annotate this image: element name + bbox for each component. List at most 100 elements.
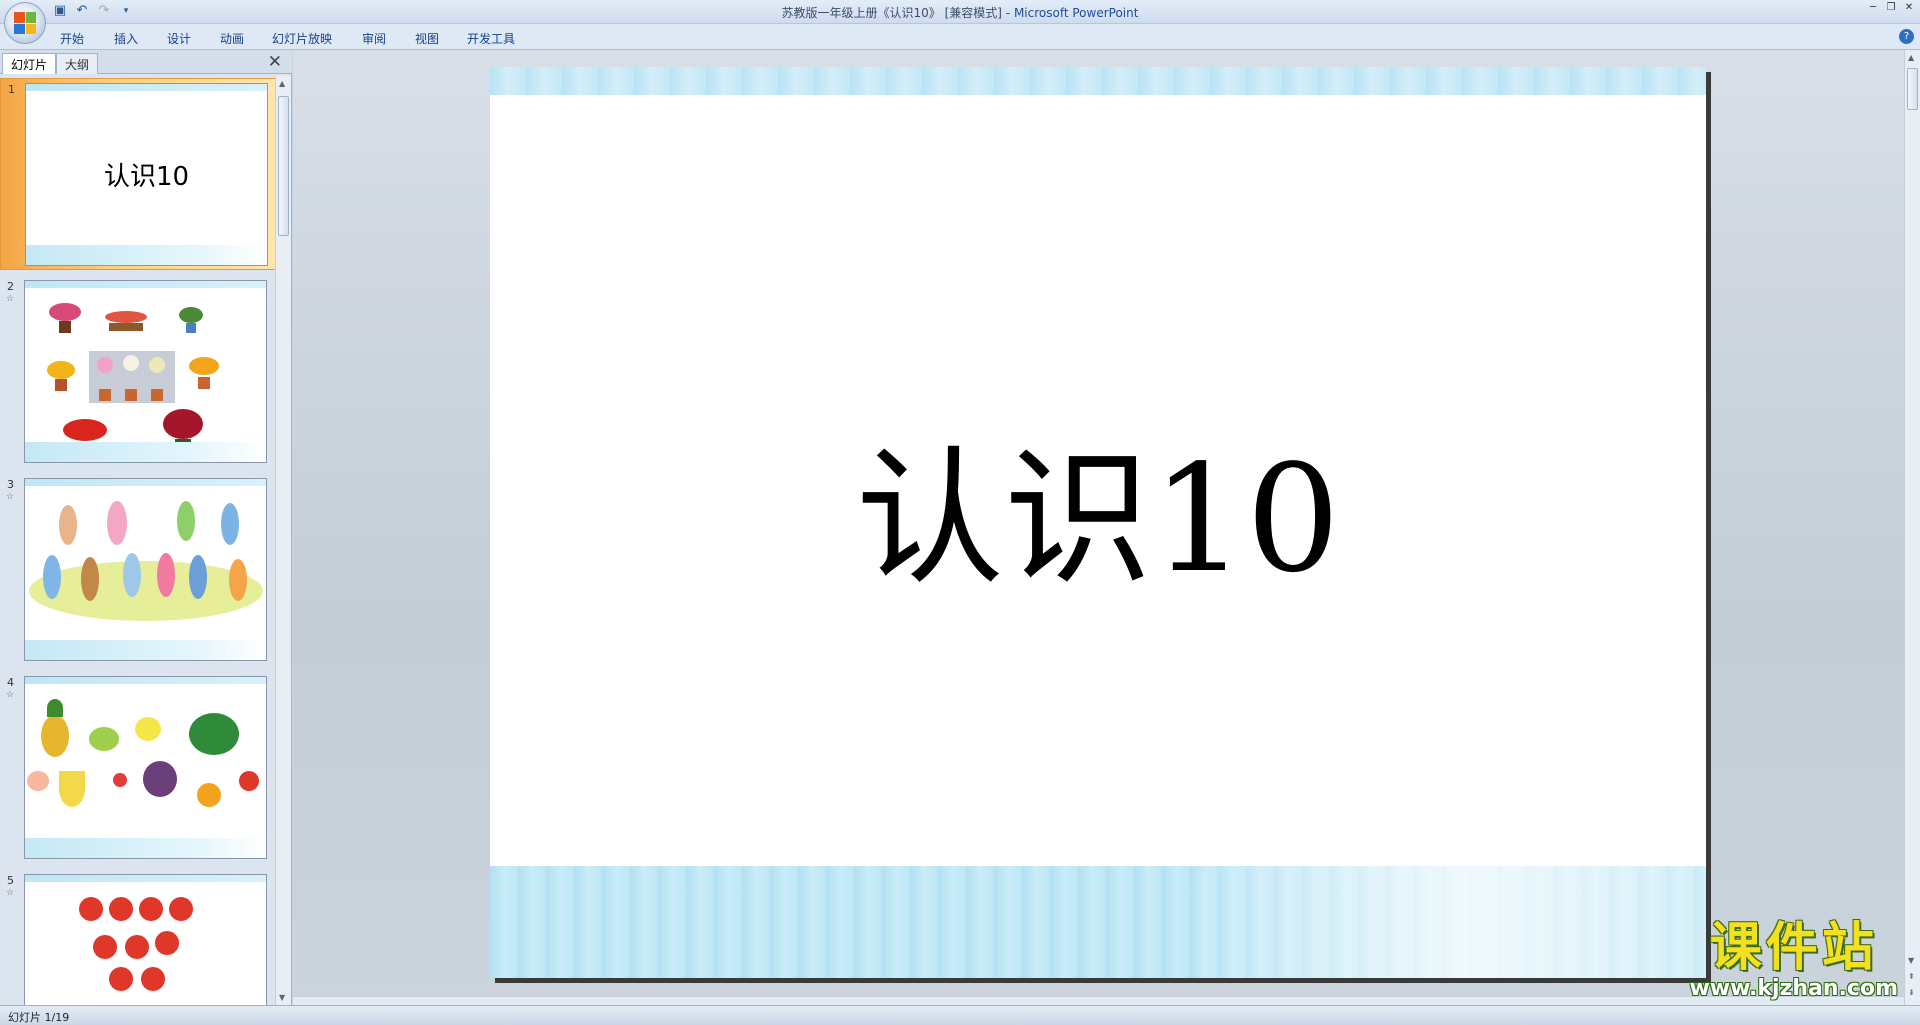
apple-icon [125,935,149,959]
horizontal-scrollbar[interactable] [293,996,1904,1005]
pineapple-icon [41,715,69,757]
tab-view[interactable]: 视图 [415,30,439,47]
status-bar: 幻灯片 1/19 [0,1005,1920,1025]
slide-thumbnail[interactable] [24,676,267,859]
thumbnail-slide-4[interactable]: 4 ☆ [0,672,276,864]
scroll-down-icon[interactable]: ▼ [279,993,285,1002]
tab-outline[interactable]: 大纲 [56,53,99,74]
window-controls: ─ ❐ ✕ [1866,2,1916,14]
strawberry-icon [113,773,127,787]
animation-star-icon: ☆ [6,888,15,898]
restore-icon[interactable]: ❐ [1884,2,1898,14]
slides-panel: 幻灯片 大纲 ✕ 1 认识10 2 ☆ 3 ☆ 4 ☆ 5 ☆ ▲ ▼ [0,50,292,1005]
apple-icon [93,935,117,959]
lemon-icon [135,717,161,741]
orchid-picture [89,351,175,403]
watermark-brand: 课件站 [1709,918,1878,979]
tab-developer[interactable]: 开发工具 [467,30,515,47]
scroll-thumb[interactable] [278,96,289,236]
thumb-band-top [25,479,266,486]
slide-number: 2 [7,280,14,293]
thumb-band-bottom [25,838,266,858]
slide-thumbnail[interactable] [24,874,267,1005]
scroll-down-icon[interactable]: ▼ [1908,956,1914,965]
scroll-up-icon[interactable]: ▲ [279,79,285,88]
scroll-thumb[interactable] [1907,68,1918,110]
animation-star-icon: ☆ [6,294,15,304]
grapes-icon [143,761,177,797]
peach-icon [27,771,49,791]
tab-insert[interactable]: 插入 [114,30,138,47]
thumbnail-slide-3[interactable]: 3 ☆ [0,474,276,666]
thumb-band-bottom [25,442,266,462]
next-slide-icon[interactable]: ⇟ [1908,988,1915,997]
tab-home[interactable]: 开始 [60,30,84,47]
flower-pot-icon [47,303,83,333]
office-logo-icon [14,12,36,34]
flower-pot-icon [47,361,75,393]
orange-icon [197,783,221,807]
panel-tabs: 幻灯片 大纲 ✕ [0,50,292,74]
apple-icon [109,967,133,991]
flower-pot-icon [177,307,205,335]
pineapple-leaves-icon [47,699,63,717]
slide-title[interactable]: 认识10 [490,445,1706,593]
slide-counter: 幻灯片 1/19 [8,1011,70,1024]
ribbon-tabs: 开始 插入 设计 动画 幻灯片放映 审阅 视图 开发工具 ? [0,24,1920,50]
tab-slides[interactable]: 幻灯片 [2,53,57,74]
apple-icon [79,897,103,921]
thumb-band-top [26,84,267,91]
thumb-band-top [25,677,266,684]
title-separator: - [1001,6,1014,20]
slide-decoration-top [490,67,1706,95]
tab-slide-show[interactable]: 幻灯片放映 [272,30,332,47]
slide-thumbnail[interactable]: 认识10 [25,83,268,266]
close-panel-icon[interactable]: ✕ [268,52,282,72]
office-button[interactable] [4,2,46,44]
close-icon[interactable]: ✕ [1902,2,1916,14]
thumbnail-slide-1[interactable]: 1 认识10 [0,78,276,270]
app-name: Microsoft PowerPoint [1013,6,1139,20]
thumb-band-top [25,875,266,882]
flower-pot-icon [189,357,219,391]
thumbnail-slide-5[interactable]: 5 ☆ [0,870,276,1005]
slide-decoration-bottom [490,866,1706,978]
thumb-band-bottom [26,245,267,265]
slide-number: 4 [7,676,14,689]
title-bar: ▣ ↶ ↷ ▾ 苏教版一年级上册《认识10》 [兼容模式] - Microsof… [0,0,1920,44]
scroll-up-icon[interactable]: ▲ [1908,53,1914,62]
apple-icon [169,897,193,921]
slide-thumbnail[interactable] [24,478,267,661]
tab-animations[interactable]: 动画 [220,30,244,47]
current-slide[interactable]: 认识10 [490,67,1706,978]
apple-icon [139,897,163,921]
thumbnail-slide-2[interactable]: 2 ☆ [0,276,276,468]
apple-icon [155,931,179,955]
editor-scrollbar[interactable]: ▲ ▼ ⇞ ⇟ [1904,50,1920,1005]
thumbnail-list: 1 认识10 2 ☆ 3 ☆ 4 ☆ 5 ☆ [0,76,276,1005]
children-picture [29,497,263,623]
apple-icon [141,967,165,991]
window-title: 苏教版一年级上册《认识10》 [兼容模式] - Microsoft PowerP… [0,4,1920,21]
minimize-icon[interactable]: ─ [1866,2,1880,14]
watermark-url: www.kjzhan.com [1689,976,1898,1001]
previous-slide-icon[interactable]: ⇞ [1908,972,1915,981]
apple-icon [109,897,133,921]
animation-star-icon: ☆ [6,690,15,700]
slide-number: 3 [7,478,14,491]
lime-icon [89,727,119,751]
slide-number: 5 [7,874,14,887]
thumbnail-scrollbar[interactable]: ▲ ▼ [275,76,291,1005]
apple-icon [239,771,259,791]
flower-pot-icon [105,311,147,333]
tab-review[interactable]: 审阅 [362,30,386,47]
slide-number: 1 [8,83,15,96]
tab-design[interactable]: 设计 [167,30,191,47]
document-title: 苏教版一年级上册《认识10》 [兼容模式] [781,6,1002,20]
thumb-band-bottom [25,640,266,660]
help-icon[interactable]: ? [1899,29,1914,44]
slide-thumbnail[interactable] [24,280,267,463]
thumb-band-top [25,281,266,288]
watermark-logo: 课件站 www.kjzhan.com [1689,921,1898,1001]
slide-editor: 认识10 [293,50,1904,1005]
